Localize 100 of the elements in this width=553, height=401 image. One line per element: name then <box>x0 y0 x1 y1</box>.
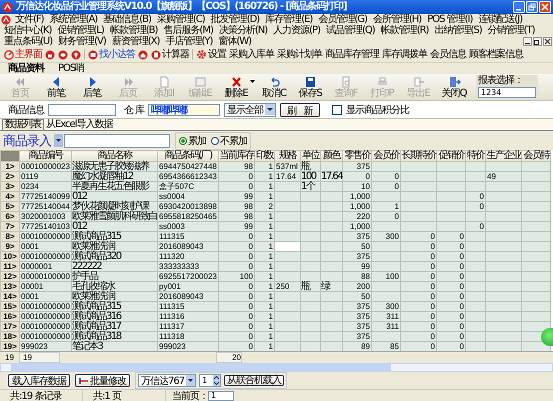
toolbar-button[interactable]: 前笔 <box>38 76 74 98</box>
row-header[interactable]: 5> <box>0 202 20 212</box>
column-header[interactable]: 单位 <box>300 150 320 162</box>
row-header[interactable]: 16> <box>0 312 20 322</box>
quick-link[interactable]: 顾客档案信息 <box>469 48 523 60</box>
close-button[interactable] <box>543 37 552 46</box>
quick-link[interactable]: 采购入库单 <box>229 48 274 60</box>
menu-item[interactable]: 连锁配送(J) <box>475 14 526 25</box>
current-page-field[interactable]: 1 <box>208 390 234 400</box>
product-entry-field[interactable] <box>64 134 170 148</box>
menu-item[interactable]: POS 管理(I) <box>424 14 476 25</box>
radio-button[interactable]: 累加 <box>179 134 206 148</box>
column-header[interactable]: 零售价 <box>342 150 372 162</box>
row-header[interactable]: 3> <box>0 182 20 192</box>
menu-item[interactable]: 财务管理(V) <box>55 36 109 47</box>
data-tab[interactable]: 从Excel导入数据 <box>44 120 114 130</box>
menu-item[interactable]: 薪资管理(X) <box>108 36 162 47</box>
caret-icon[interactable] <box>250 80 255 84</box>
show-dropdown[interactable]: 显示全部 <box>224 102 276 116</box>
menu-item[interactable]: 帐款管理(R) <box>378 25 432 36</box>
checkbox[interactable] <box>332 104 342 114</box>
menu-item[interactable]: 出纳管理(S) <box>431 25 485 36</box>
module-tab[interactable]: POS哨 <box>58 63 84 74</box>
row-header[interactable]: 7> <box>0 222 20 232</box>
app-logo-icon <box>2 2 13 12</box>
menu-item[interactable]: 批发管理(D) <box>208 14 262 25</box>
toolbar-button[interactable]: 后笔 <box>74 76 110 98</box>
menu-item[interactable]: 售后服务(M) <box>160 25 216 36</box>
menu-item[interactable]: 人力资源(P) <box>270 25 323 36</box>
menu-item[interactable]: 决策分析(N) <box>216 25 270 36</box>
quick-link[interactable]: 采购计划单 <box>277 48 322 60</box>
menu-item[interactable]: 会所管理(H) <box>370 14 424 25</box>
lightbulb-icon[interactable] <box>71 50 81 60</box>
quick-link[interactable]: 计算器 <box>151 48 189 60</box>
menu-item[interactable]: 窗体(W) <box>215 36 254 47</box>
quantity-spinner[interactable]: 1 <box>199 374 222 387</box>
column-header[interactable]: 长期特价 <box>400 150 436 162</box>
menu-item[interactable]: 采购管理(C) <box>154 14 208 25</box>
import-button[interactable]: 从联合机载入 <box>224 375 284 386</box>
row-header[interactable]: 14> <box>0 292 20 302</box>
quick-link[interactable]: 会员信息 <box>430 48 466 60</box>
row-header[interactable]: 13> <box>0 282 20 292</box>
radio-circle-icon[interactable] <box>179 136 187 144</box>
toolbar-button[interactable]: 保存S <box>292 76 328 98</box>
row-header[interactable]: 17> <box>0 322 20 332</box>
column-header[interactable]: 会员特 <box>522 150 550 162</box>
module-tab[interactable]: 商品资料 <box>8 63 44 74</box>
row-header[interactable]: 1> <box>0 162 20 172</box>
menu-item[interactable]: 重点条码(U) <box>1 36 56 47</box>
toolbar-button[interactable]: 取消C <box>256 76 292 98</box>
row-header[interactable]: 18> <box>0 332 20 342</box>
column-header[interactable]: 规格 <box>274 150 300 162</box>
menu-item[interactable]: 会员管理(G) <box>315 14 370 25</box>
row-header[interactable]: 9> <box>0 242 20 252</box>
batch-edit-button[interactable]: 批量修改 <box>75 374 130 387</box>
column-header[interactable]: 印数 <box>254 150 274 162</box>
column-header[interactable]: 促销价 <box>436 150 466 162</box>
row-header[interactable]: 8> <box>0 232 20 242</box>
toolbar-button[interactable]: 删除E <box>218 76 254 98</box>
row-header[interactable]: 2> <box>0 172 20 182</box>
scrollbar-thumb[interactable] <box>11 364 391 371</box>
radio-button[interactable]: 不累加 <box>211 134 247 148</box>
dropdown-icon[interactable] <box>54 134 63 147</box>
quick-link[interactable]: 商品库存管理 <box>325 48 379 60</box>
quick-link[interactable]: 设置 <box>196 48 226 60</box>
square-badge-icon <box>88 50 98 60</box>
menu-item[interactable]: 文件(F) <box>12 14 47 25</box>
data-tab[interactable]: 数据列表 <box>2 119 44 130</box>
menu-item[interactable]: 基础信息(B) <box>100 14 154 25</box>
home-icon[interactable] <box>138 50 148 60</box>
menu-item[interactable]: 分销管理(T) <box>484 25 538 36</box>
restore-button[interactable] <box>533 37 542 46</box>
row-header[interactable]: 10> <box>0 252 20 262</box>
report-select-field[interactable]: 1234 <box>478 87 536 98</box>
row-header[interactable]: 4> <box>0 192 20 202</box>
radio-circle-icon[interactable] <box>211 136 219 144</box>
menu-item[interactable]: 手店管理(Y) <box>162 36 216 47</box>
column-header[interactable]: 特价 <box>466 150 486 162</box>
menu-item[interactable]: 系统管理(A) <box>46 14 100 25</box>
quick-link[interactable]: 主界面 <box>4 48 42 60</box>
horizontal-scrollbar[interactable] <box>0 363 553 372</box>
menu-item[interactable]: 短信中心(K) <box>1 25 54 36</box>
refresh-button[interactable]: 刷 新 <box>280 102 320 116</box>
menu-item[interactable]: 库存管理(E) <box>262 14 316 25</box>
menu-item[interactable]: 试品管理(Q) <box>323 25 378 36</box>
quick-link[interactable]: 找小达答 <box>88 48 135 60</box>
column-header[interactable]: 会员价 <box>372 150 400 162</box>
device-dropdown[interactable]: 万信达767 <box>138 374 196 387</box>
menu-item[interactable]: 帐款管理(B) <box>106 25 160 36</box>
menu-item[interactable]: 促销管理(L) <box>54 25 107 36</box>
load-stock-button[interactable]: 载入库存数据 <box>8 374 70 387</box>
row-header[interactable]: 15> <box>0 302 20 312</box>
row-header[interactable]: 12> <box>0 272 20 282</box>
message-icon[interactable] <box>58 50 68 60</box>
toolbar-button[interactable]: 关闭Q <box>436 76 472 98</box>
quick-link[interactable]: 库存调拨单 <box>382 48 427 60</box>
row-header[interactable]: 11> <box>0 262 20 272</box>
product-info-field[interactable] <box>48 104 116 116</box>
minimize-button[interactable] <box>523 37 532 46</box>
row-header[interactable]: 6> <box>0 212 20 222</box>
